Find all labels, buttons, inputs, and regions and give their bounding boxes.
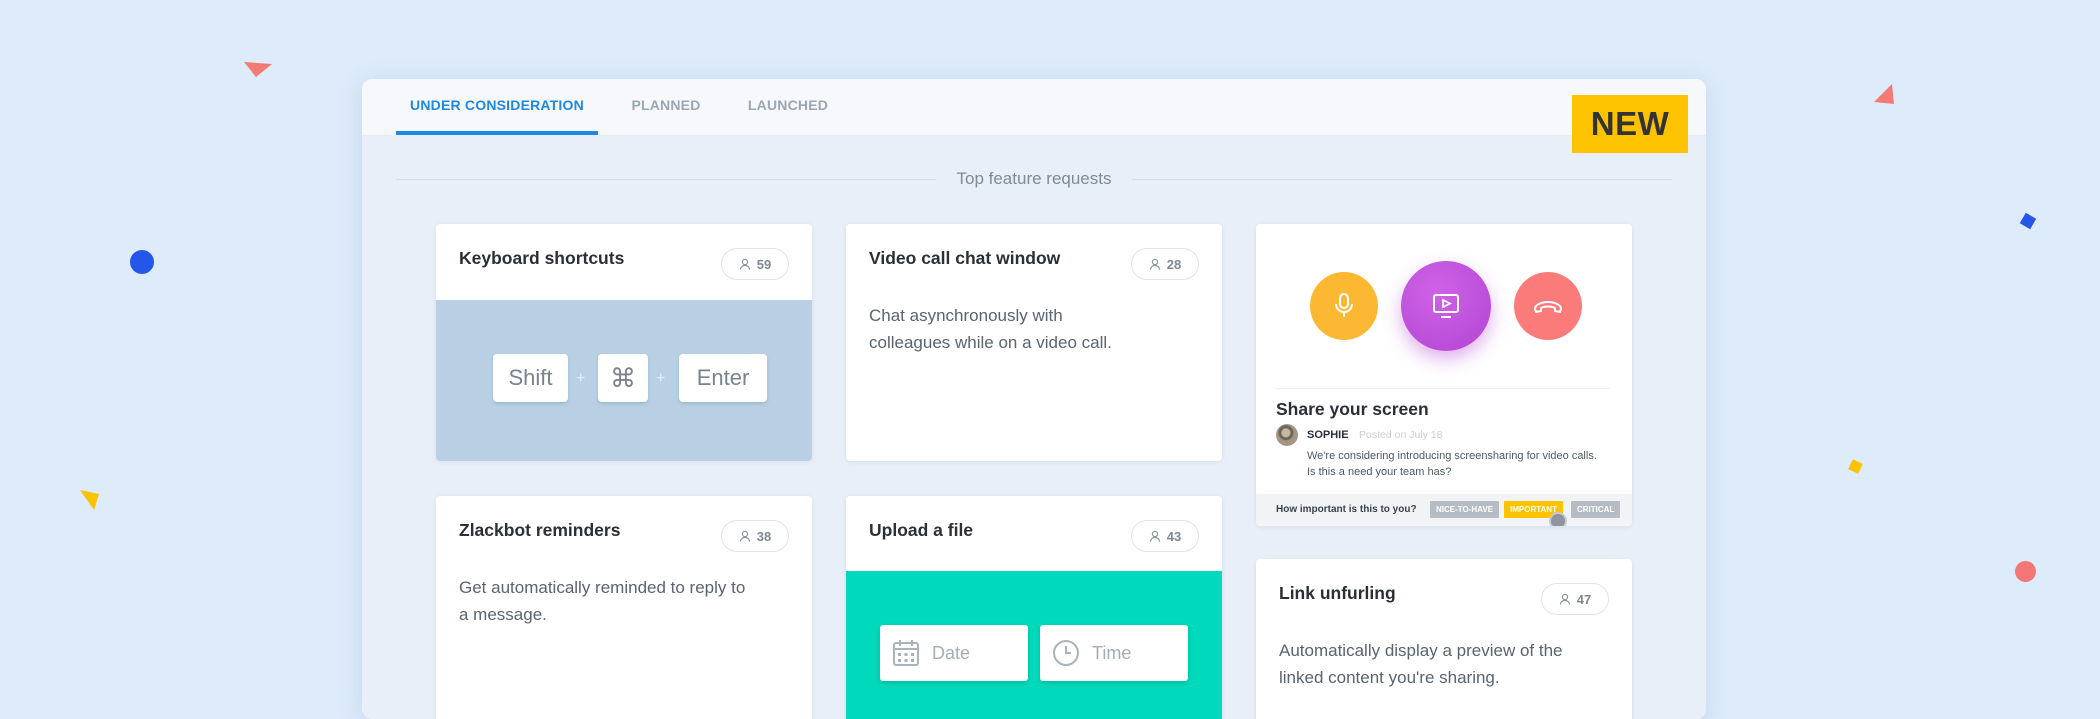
vote-count: 47 — [1576, 591, 1592, 607]
card-title: Share your screen — [1276, 399, 1429, 419]
vote-count: 38 — [756, 528, 772, 544]
vote-button[interactable]: 59 — [721, 248, 789, 280]
tab-planned[interactable]: PLANNED — [622, 79, 710, 135]
card-description: We're considering introducing screenshar… — [1307, 450, 1597, 478]
key-shift: Shift — [493, 354, 568, 402]
confetti-square-blue — [2019, 212, 2037, 230]
importance-rating: How important is this to you? NICE-TO-HA… — [1256, 494, 1632, 526]
avatar — [1276, 424, 1298, 446]
key-enter: Enter — [679, 354, 767, 402]
card-upload-file[interactable]: Upload a file 43 Date Time — [846, 496, 1222, 719]
user-icon — [1149, 258, 1160, 270]
tab-bar: UNDER CONSIDERATION PLANNED LAUNCHED — [362, 79, 1706, 135]
keyboard-illustration: Shift + ⌘ + Enter — [436, 300, 812, 461]
card-share-screen[interactable]: Share your screen SOPHIE Posted on July … — [1256, 224, 1632, 526]
tab-under-consideration[interactable]: UNDER CONSIDERATION — [396, 79, 598, 135]
card-description: Automatically display a preview of the l… — [1279, 641, 1563, 687]
section-title-text: Top feature requests — [956, 169, 1112, 188]
pointer-cursor — [1549, 512, 1567, 526]
date-placeholder: Date — [932, 642, 971, 663]
vote-count: 28 — [1166, 256, 1182, 272]
date-field[interactable]: Date — [880, 625, 1028, 681]
card-zlackbot-reminders[interactable]: Zlackbot reminders 38 Get automatically … — [436, 496, 812, 719]
vote-button[interactable]: 47 — [1541, 583, 1609, 615]
confetti-triangle-yellow — [80, 490, 99, 510]
card-keyboard-shortcuts[interactable]: Keyboard shortcuts 59 Shift + ⌘ + Enter — [436, 224, 812, 461]
confetti-dot-red — [2015, 561, 2036, 582]
card-video-call-chat[interactable]: Video call chat window 28 Chat asynchron… — [846, 224, 1222, 461]
divider — [1276, 388, 1610, 389]
vote-button[interactable]: 43 — [1131, 520, 1199, 552]
card-title: Video call chat window — [869, 248, 1061, 268]
vote-button[interactable]: 28 — [1131, 248, 1199, 280]
confetti-square-yellow — [1848, 459, 1863, 474]
hang-up-icon — [1534, 301, 1562, 313]
author-name: SOPHIE — [1307, 429, 1349, 441]
time-field[interactable]: Time — [1040, 625, 1188, 681]
user-icon — [739, 530, 750, 542]
microphone-icon — [1335, 293, 1353, 317]
key-command: ⌘ — [598, 354, 648, 402]
confetti-triangle-red — [244, 62, 272, 77]
user-icon — [1149, 530, 1160, 542]
upload-illustration: Date Time — [846, 571, 1222, 719]
calendar-icon — [893, 640, 919, 666]
card-title: Upload a file — [869, 520, 974, 540]
feature-board-window: UNDER CONSIDERATION PLANNED LAUNCHED NEW… — [362, 79, 1706, 719]
option-critical[interactable]: CRITICAL — [1571, 501, 1621, 518]
user-icon — [1559, 593, 1570, 605]
microphone-button[interactable] — [1310, 272, 1378, 340]
plus-sign: + — [656, 370, 666, 387]
tab-launched[interactable]: LAUNCHED — [737, 79, 839, 135]
new-badge: NEW — [1572, 95, 1688, 153]
card-title: Link unfurling — [1279, 583, 1396, 603]
card-description: Get automatically reminded to reply to a… — [459, 578, 746, 624]
importance-question: How important is this to you? — [1276, 504, 1417, 515]
screen-share-icon — [1433, 294, 1459, 318]
section-title: Top feature requests — [396, 169, 1672, 189]
hang-up-button[interactable] — [1514, 272, 1582, 340]
vote-count: 43 — [1166, 528, 1182, 544]
time-placeholder: Time — [1092, 642, 1132, 663]
vote-button[interactable]: 38 — [721, 520, 789, 552]
card-link-unfurling[interactable]: Link unfurling 47 Automatically display … — [1256, 559, 1632, 719]
card-title: Keyboard shortcuts — [459, 248, 625, 268]
clock-icon — [1053, 640, 1079, 666]
user-icon — [739, 258, 750, 270]
card-description: Chat asynchronously with colleagues whil… — [869, 306, 1112, 352]
posted-date: Posted on July 18 — [1359, 429, 1443, 441]
plus-sign: + — [576, 370, 586, 387]
vote-count: 59 — [756, 256, 772, 272]
screen-share-button[interactable] — [1401, 261, 1491, 351]
card-title: Zlackbot reminders — [459, 520, 621, 540]
confetti-dot-blue — [130, 250, 154, 274]
confetti-triangle-red-right — [1874, 84, 1894, 104]
option-nice-to-have[interactable]: NICE-TO-HAVE — [1430, 501, 1500, 518]
